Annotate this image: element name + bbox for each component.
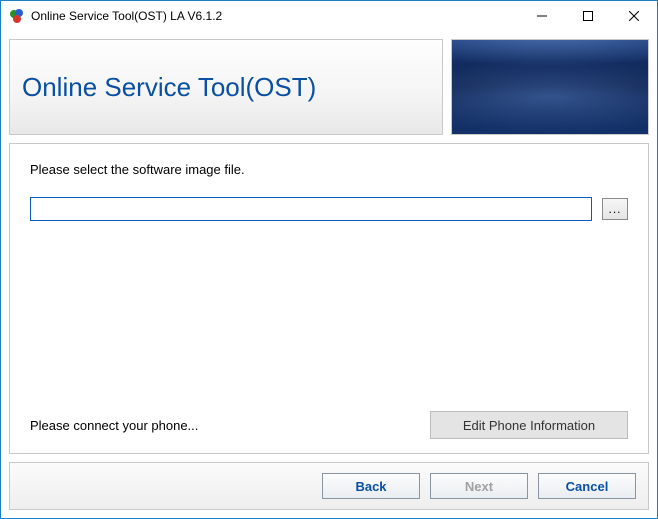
minimize-icon bbox=[537, 11, 547, 21]
footer-bar: Back Next Cancel bbox=[9, 462, 649, 510]
app-window: Online Service Tool(OST) LA V6.1.2 Onlin… bbox=[0, 0, 658, 519]
banner-title-panel: Online Service Tool(OST) bbox=[9, 39, 443, 135]
back-button[interactable]: Back bbox=[322, 473, 420, 499]
app-heading: Online Service Tool(OST) bbox=[22, 72, 316, 103]
software-image-path-input[interactable] bbox=[30, 197, 592, 221]
spacer bbox=[30, 221, 628, 411]
app-icon bbox=[9, 8, 25, 24]
browse-button[interactable]: ... bbox=[602, 198, 628, 220]
minimize-button[interactable] bbox=[519, 1, 565, 31]
window-controls bbox=[519, 1, 657, 31]
instruction-text: Please select the software image file. bbox=[30, 162, 628, 177]
close-button[interactable] bbox=[611, 1, 657, 31]
next-button: Next bbox=[430, 473, 528, 499]
connection-status-text: Please connect your phone... bbox=[30, 418, 198, 433]
content-panel: Please select the software image file. .… bbox=[9, 143, 649, 454]
file-select-row: ... bbox=[30, 197, 628, 221]
maximize-button[interactable] bbox=[565, 1, 611, 31]
window-title: Online Service Tool(OST) LA V6.1.2 bbox=[31, 9, 519, 23]
maximize-icon bbox=[583, 11, 593, 21]
title-bar: Online Service Tool(OST) LA V6.1.2 bbox=[1, 1, 657, 31]
header-row: Online Service Tool(OST) bbox=[9, 39, 649, 135]
client-area: Online Service Tool(OST) Please select t… bbox=[1, 31, 657, 518]
close-icon bbox=[629, 11, 639, 21]
edit-phone-information-button[interactable]: Edit Phone Information bbox=[430, 411, 628, 439]
status-row: Please connect your phone... Edit Phone … bbox=[30, 411, 628, 439]
cancel-button[interactable]: Cancel bbox=[538, 473, 636, 499]
banner-image-panel bbox=[451, 39, 649, 135]
banner-wave-graphic bbox=[452, 40, 648, 134]
